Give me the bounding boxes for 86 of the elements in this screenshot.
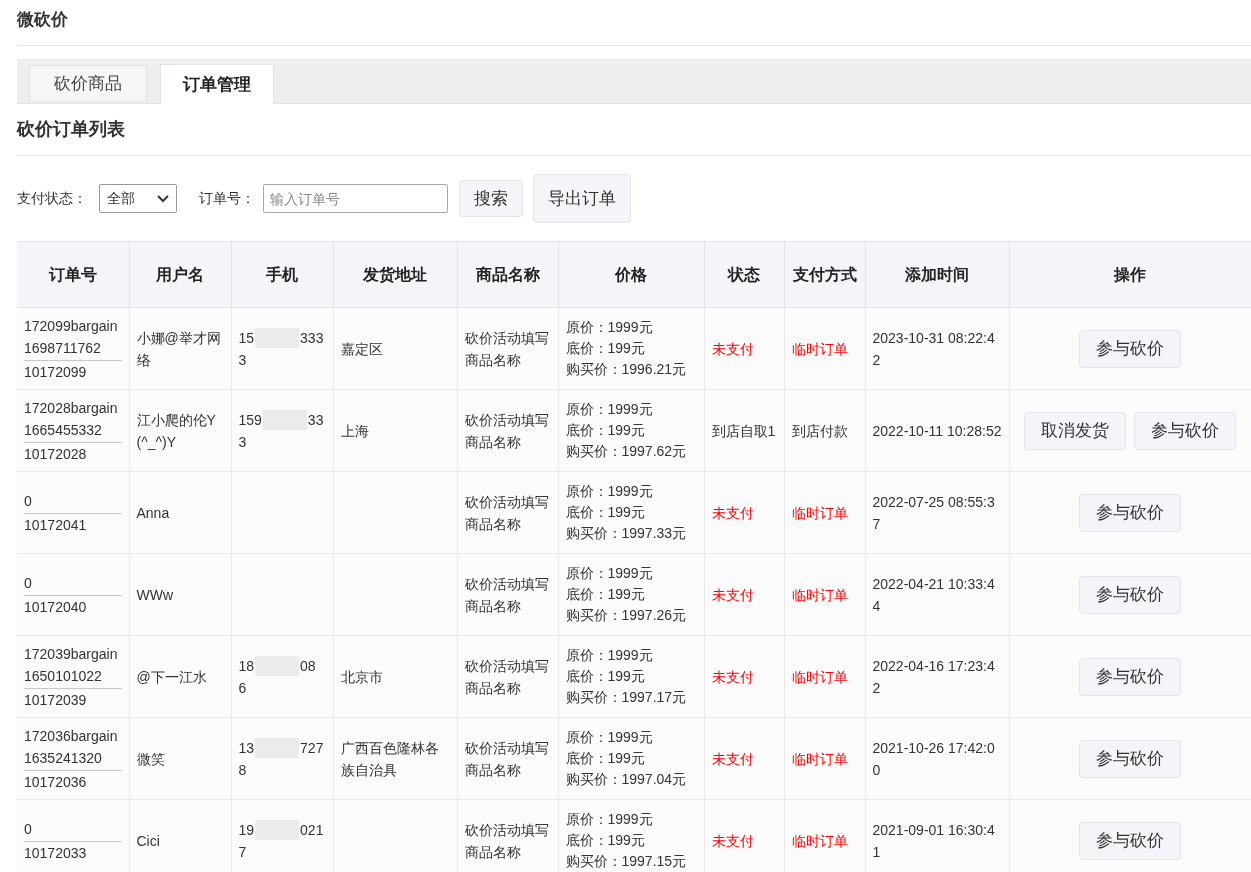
table-cell: 临时订单 [784, 307, 865, 390]
action-button[interactable]: 参与砍价 [1079, 739, 1182, 778]
table-cell: 13 727 8 [231, 717, 333, 800]
column-header: 操作 [1009, 241, 1251, 308]
table-cell: 临时订单 [784, 717, 865, 800]
action-button[interactable]: 参与砍价 [1134, 411, 1237, 450]
table-cell: @下一江水 [129, 635, 231, 718]
table-cell: 到店自取1 [704, 389, 784, 472]
table-cell: 原价：1999元 底价：199元 购买价：1997.33元 [558, 471, 704, 554]
table-cell: 2022-07-25 08:55:37 [865, 471, 1009, 554]
table-cell: 0 10172033 [17, 799, 129, 872]
table-cell: 微笑 [129, 717, 231, 800]
table-cell: 江小爬的伦Y(^_^)Y [129, 389, 231, 472]
table-cell: 到店付款 [784, 389, 865, 472]
table-cell: 未支付 [704, 553, 784, 636]
action-button[interactable]: 参与砍价 [1079, 575, 1182, 614]
table-cell: 2022-04-16 17:23:42 [865, 635, 1009, 718]
table-cell: 砍价活动填写商品名称 [457, 799, 558, 872]
table-cell: 小娜@举才网络 [129, 307, 231, 390]
column-header: 状态 [704, 241, 784, 308]
table-cell: 砍价活动填写商品名称 [457, 471, 558, 554]
table-cell: 砍价活动填写商品名称 [457, 553, 558, 636]
table-cell: 砍价活动填写商品名称 [457, 307, 558, 390]
table-cell: 0 10172040 [17, 553, 129, 636]
table-cell: 临时订单 [784, 799, 865, 872]
table-cell: Anna [129, 471, 231, 554]
table-cell: 临时订单 [784, 553, 865, 636]
column-header: 价格 [558, 241, 704, 308]
table-cell: 原价：1999元 底价：199元 购买价：1997.26元 [558, 553, 704, 636]
table-cell: 未支付 [704, 717, 784, 800]
column-header: 用户名 [129, 241, 231, 308]
action-button[interactable]: 参与砍价 [1079, 821, 1182, 860]
column-header: 手机 [231, 241, 333, 308]
table-cell: 172039bargain1650101022 10172039 [17, 635, 129, 718]
payment-status-label: 支付状态： [17, 189, 87, 208]
table-cell: 砍价活动填写商品名称 [457, 389, 558, 472]
table-cell: 172028bargain1665455332 10172028 [17, 389, 129, 472]
table-cell: 北京市 [333, 635, 457, 718]
table-cell: 临时订单 [784, 635, 865, 718]
action-button[interactable]: 取消发货 [1024, 411, 1127, 450]
table-cell: 砍价活动填写商品名称 [457, 717, 558, 800]
table-cell: 原价：1999元 底价：199元 购买价：1997.04元 [558, 717, 704, 800]
table-cell: 未支付 [704, 307, 784, 390]
tab[interactable]: 砍价商品 [29, 65, 147, 102]
table-cell: 原价：1999元 底价：199元 购买价：1997.15元 [558, 799, 704, 872]
column-header: 发货地址 [333, 241, 457, 308]
table-cell: 18 08 6 [231, 635, 333, 718]
table-cell: 未支付 [704, 799, 784, 872]
table-cell: 2022-04-21 10:33:44 [865, 553, 1009, 636]
table-cell: 广西百色隆林各族自治具 [333, 717, 457, 800]
table-cell: 2021-10-26 17:42:00 [865, 717, 1009, 800]
action-button[interactable]: 参与砍价 [1079, 493, 1182, 532]
order-number-label: 订单号： [199, 189, 255, 208]
page-title: 微砍价 [17, 8, 68, 31]
order-number-field[interactable]: 输入订单号 [263, 184, 448, 213]
table-cell: 原价：1999元 底价：199元 购买价：1997.17元 [558, 635, 704, 718]
column-header: 添加时间 [865, 241, 1009, 308]
table-cell: Cici [129, 799, 231, 872]
table-cell: 172099bargain1698711762 10172099 [17, 307, 129, 390]
table-cell: 2021-09-01 16:30:41 [865, 799, 1009, 872]
table-cell: 未支付 [704, 471, 784, 554]
table-cell: 砍价活动填写商品名称 [457, 635, 558, 718]
table-cell: 未支付 [704, 635, 784, 718]
table-cell: WWw [129, 553, 231, 636]
table-cell: 嘉定区 [333, 307, 457, 390]
action-button[interactable]: 参与砍价 [1079, 329, 1182, 368]
table-cell: 19 021 7 [231, 799, 333, 872]
payment-status-select[interactable]: 全部 [99, 184, 177, 213]
table-cell: 原价：1999元 底价：199元 购买价：1996.21元 [558, 307, 704, 390]
table-cell: 0 10172041 [17, 471, 129, 554]
table-cell: 172036bargain1635241320 10172036 [17, 717, 129, 800]
table-cell: 2023-10-31 08:22:42 [865, 307, 1009, 390]
search-button[interactable]: 搜索 [459, 180, 523, 217]
table-cell: 原价：1999元 底价：199元 购买价：1997.62元 [558, 389, 704, 472]
section-title: 砍价订单列表 [17, 118, 125, 141]
table-cell: 159 33 3 [231, 389, 333, 472]
table-cell: 2022-10-11 10:28:52 [865, 389, 1009, 472]
action-button[interactable]: 参与砍价 [1079, 657, 1182, 696]
table-cell: 上海 [333, 389, 457, 472]
column-header: 订单号 [17, 241, 129, 308]
column-header: 商品名称 [457, 241, 558, 308]
table-cell: 临时订单 [784, 471, 865, 554]
table-cell: 15 333 3 [231, 307, 333, 390]
export-orders-button[interactable]: 导出订单 [533, 174, 631, 223]
column-header: 支付方式 [784, 241, 865, 308]
tab[interactable]: 订单管理 [160, 64, 274, 104]
